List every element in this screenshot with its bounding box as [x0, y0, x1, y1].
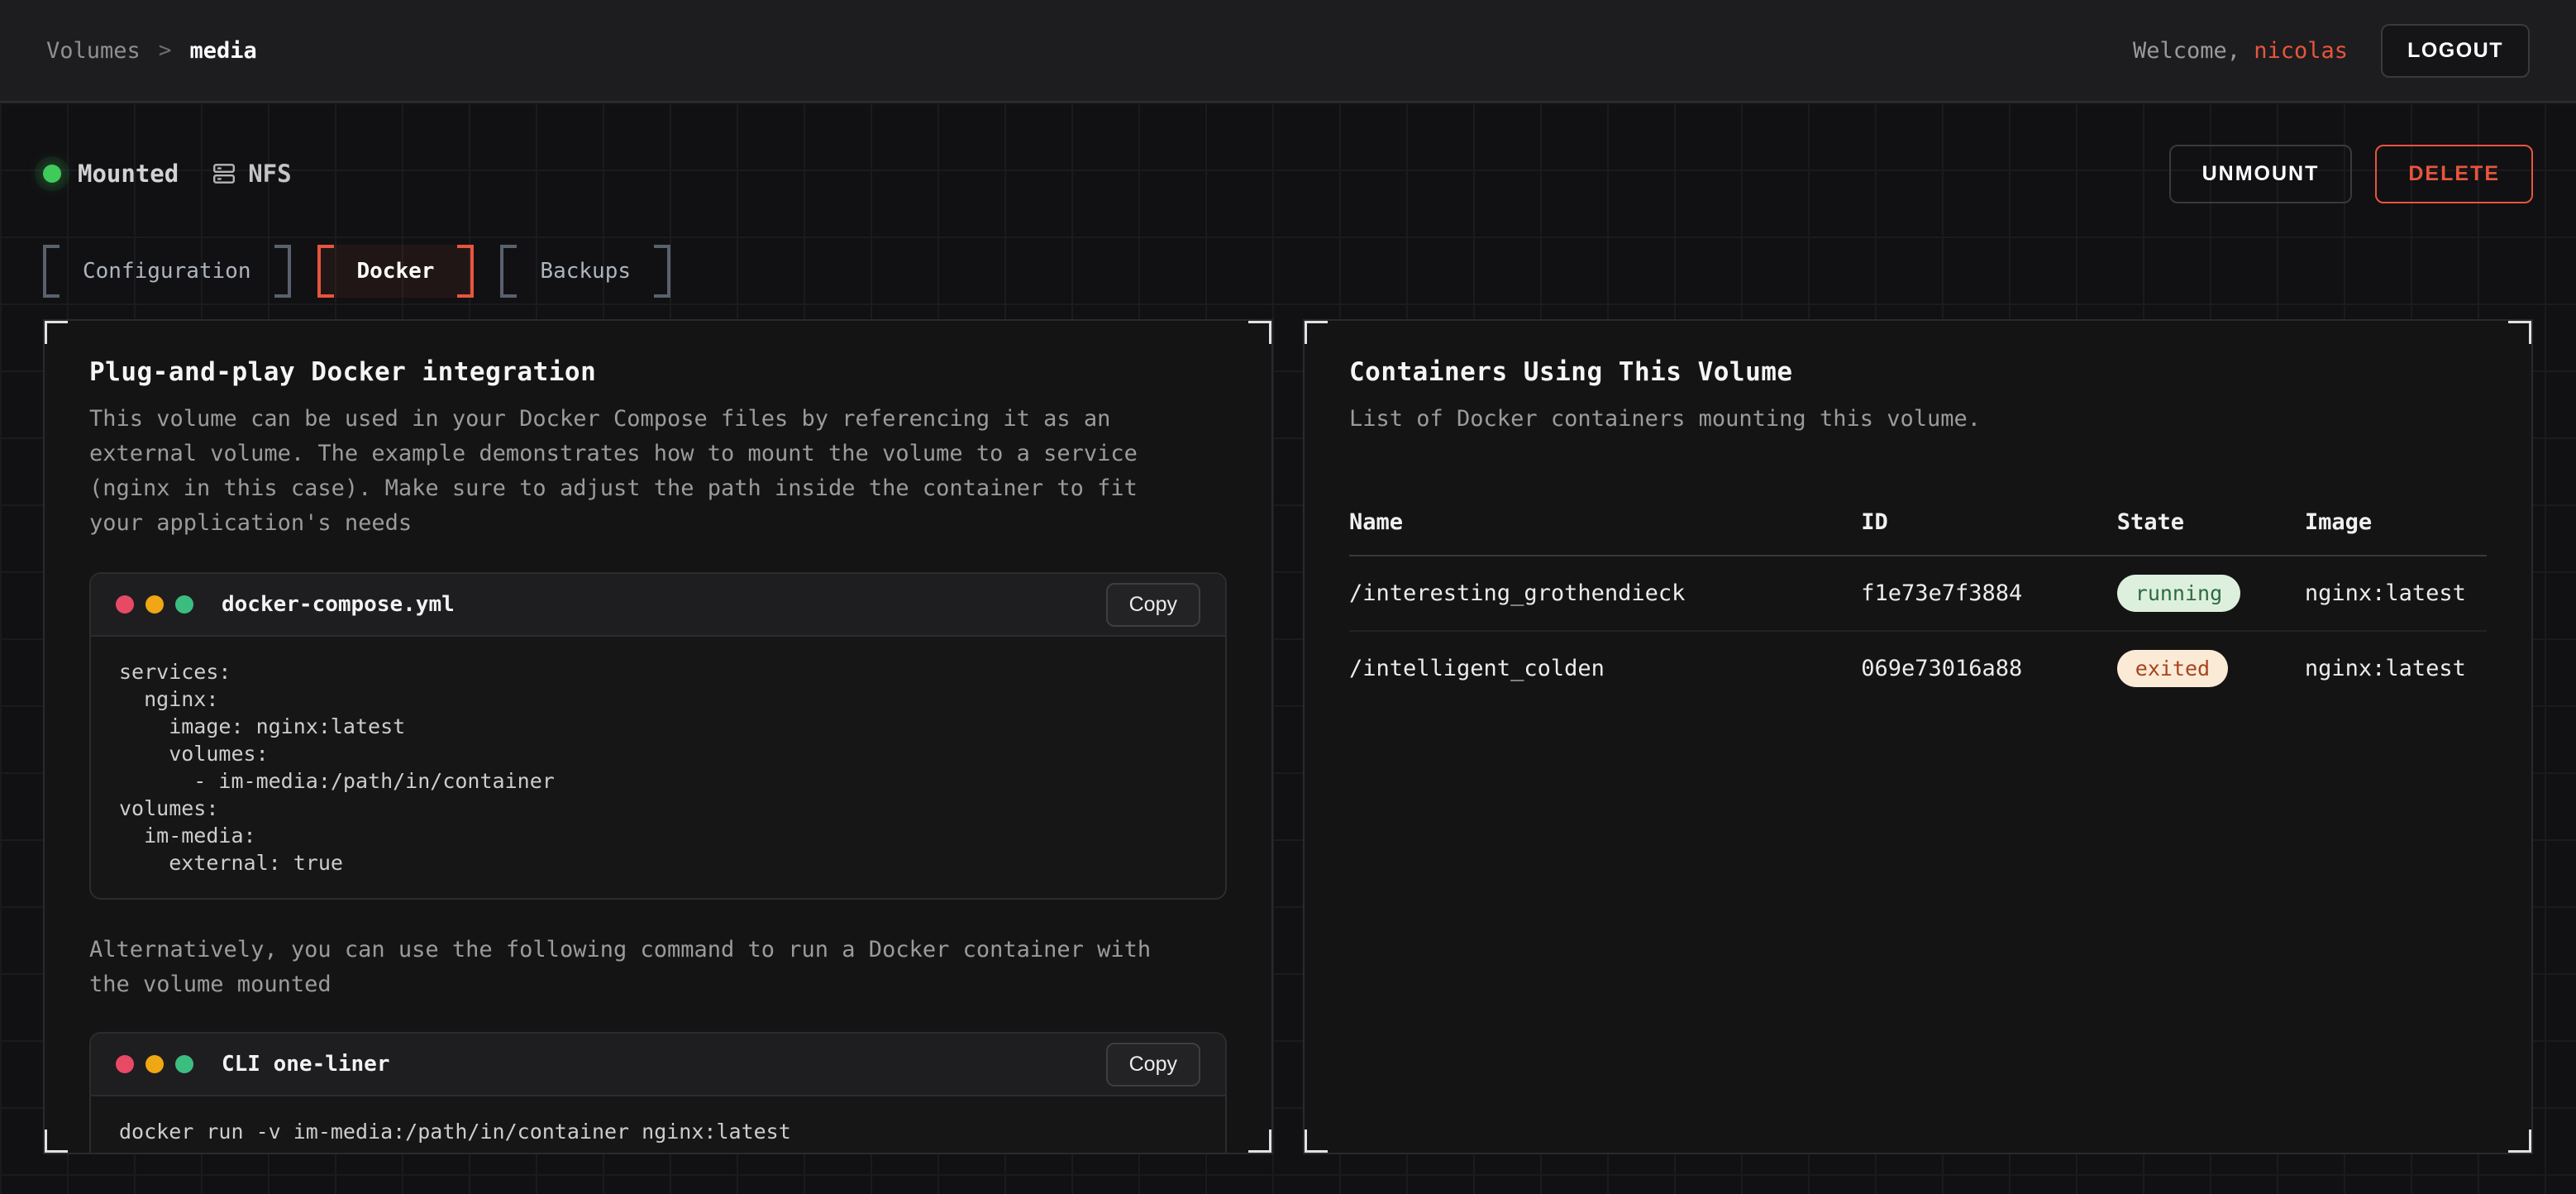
table-row: /interesting_grothendieckf1e73e7f3884run… — [1349, 556, 2487, 632]
breadcrumb-separator-icon: > — [159, 38, 172, 63]
volume-actions: UNMOUNT DELETE — [2169, 145, 2533, 203]
containers-panel: Containers Using This Volume List of Doc… — [1303, 319, 2533, 1154]
header-right: Welcome, nicolas LOGOUT — [2133, 24, 2530, 78]
state-badge: exited — [2117, 650, 2228, 687]
cli-code-card: CLI one-liner Copy docker run -v im-medi… — [89, 1032, 1227, 1154]
docker-integration-panel: Plug-and-play Docker integration This vo… — [43, 319, 1273, 1154]
compose-code-content: services: nginx: image: nginx:latest vol… — [91, 637, 1225, 898]
containers-panel-title: Containers Using This Volume — [1349, 357, 2487, 387]
cli-code-content: docker run -v im-media:/path/in/containe… — [91, 1096, 1225, 1154]
docker-panel-title: Plug-and-play Docker integration — [89, 357, 1227, 387]
corner-bracket — [1248, 319, 1273, 344]
tab-label: Docker — [357, 259, 435, 284]
corner-bracket — [1303, 1130, 1328, 1154]
unmount-button[interactable]: UNMOUNT — [2169, 145, 2353, 203]
breadcrumb: Volumes > media — [46, 38, 257, 64]
container-id: 069e73016a88 — [1861, 656, 2117, 681]
cli-code-header: CLI one-liner Copy — [91, 1034, 1225, 1096]
filesystem-type: NFS — [212, 160, 291, 188]
corner-bracket — [1248, 1130, 1273, 1154]
container-name: /interesting_grothendieck — [1349, 580, 1861, 606]
corner-bracket — [2508, 1130, 2533, 1154]
panels-row: Plug-and-play Docker integration This vo… — [43, 319, 2533, 1154]
welcome-text: Welcome, nicolas — [2133, 38, 2348, 64]
logout-button[interactable]: LOGOUT — [2381, 24, 2530, 78]
containers-table-header: Name ID State Image — [1349, 494, 2487, 556]
tab-backups[interactable]: Backups — [500, 245, 670, 298]
traffic-light-dots-icon — [116, 1055, 193, 1073]
column-header-id: ID — [1861, 509, 2117, 535]
corner-bracket — [2508, 319, 2533, 344]
container-state-cell: running — [2117, 575, 2305, 612]
cli-filename: CLI one-liner — [222, 1052, 390, 1077]
traffic-light-dots-icon — [116, 595, 193, 614]
tab-docker[interactable]: Docker — [317, 245, 475, 298]
docker-panel-description: This volume can be used in your Docker C… — [89, 402, 1164, 541]
server-stack-icon — [212, 161, 236, 186]
container-image: nginx:latest — [2305, 656, 2487, 681]
column-header-name: Name — [1349, 509, 1861, 535]
tab-label: Backups — [540, 259, 631, 284]
containers-panel-subtitle: List of Docker containers mounting this … — [1349, 402, 2487, 437]
compose-filename: docker-compose.yml — [222, 592, 455, 617]
container-name: /intelligent_colden — [1349, 656, 1861, 681]
corner-bracket — [1303, 319, 1328, 344]
column-header-image: Image — [2305, 509, 2487, 535]
container-state-cell: exited — [2117, 650, 2305, 687]
cli-intro-text: Alternatively, you can use the following… — [89, 933, 1164, 1002]
corner-bracket — [43, 319, 68, 344]
container-id: f1e73e7f3884 — [1861, 580, 2117, 606]
main-content: Mounted NFS UNMOUNT DELETE Configuration… — [0, 103, 2576, 1194]
compose-copy-button[interactable]: Copy — [1106, 583, 1200, 627]
containers-table-body: /interesting_grothendieckf1e73e7f3884run… — [1349, 556, 2487, 705]
container-image: nginx:latest — [2305, 580, 2487, 606]
breadcrumb-current-volume: media — [189, 38, 256, 64]
state-badge: running — [2117, 575, 2240, 612]
mounted-status-dot-icon — [43, 165, 61, 183]
tab-configuration[interactable]: Configuration — [43, 245, 291, 298]
top-bar: Volumes > media Welcome, nicolas LOGOUT — [0, 0, 2576, 103]
username-text: nicolas — [2254, 38, 2348, 64]
compose-code-header: docker-compose.yml Copy — [91, 574, 1225, 637]
mounted-status-label: Mounted — [78, 160, 179, 188]
breadcrumb-volumes-link[interactable]: Volumes — [46, 38, 141, 64]
corner-bracket — [43, 1130, 68, 1154]
cli-copy-button[interactable]: Copy — [1106, 1043, 1200, 1087]
tab-label: Configuration — [83, 259, 251, 284]
tab-bar: Configuration Docker Backups — [43, 245, 2533, 298]
column-header-state: State — [2117, 509, 2305, 535]
table-row: /intelligent_colden069e73016a88exited ngi… — [1349, 632, 2487, 705]
filesystem-type-label: NFS — [248, 160, 291, 188]
compose-code-card: docker-compose.yml Copy services: nginx:… — [89, 572, 1227, 900]
volume-status-row: Mounted NFS UNMOUNT DELETE — [43, 154, 2533, 193]
delete-button[interactable]: DELETE — [2375, 145, 2533, 203]
